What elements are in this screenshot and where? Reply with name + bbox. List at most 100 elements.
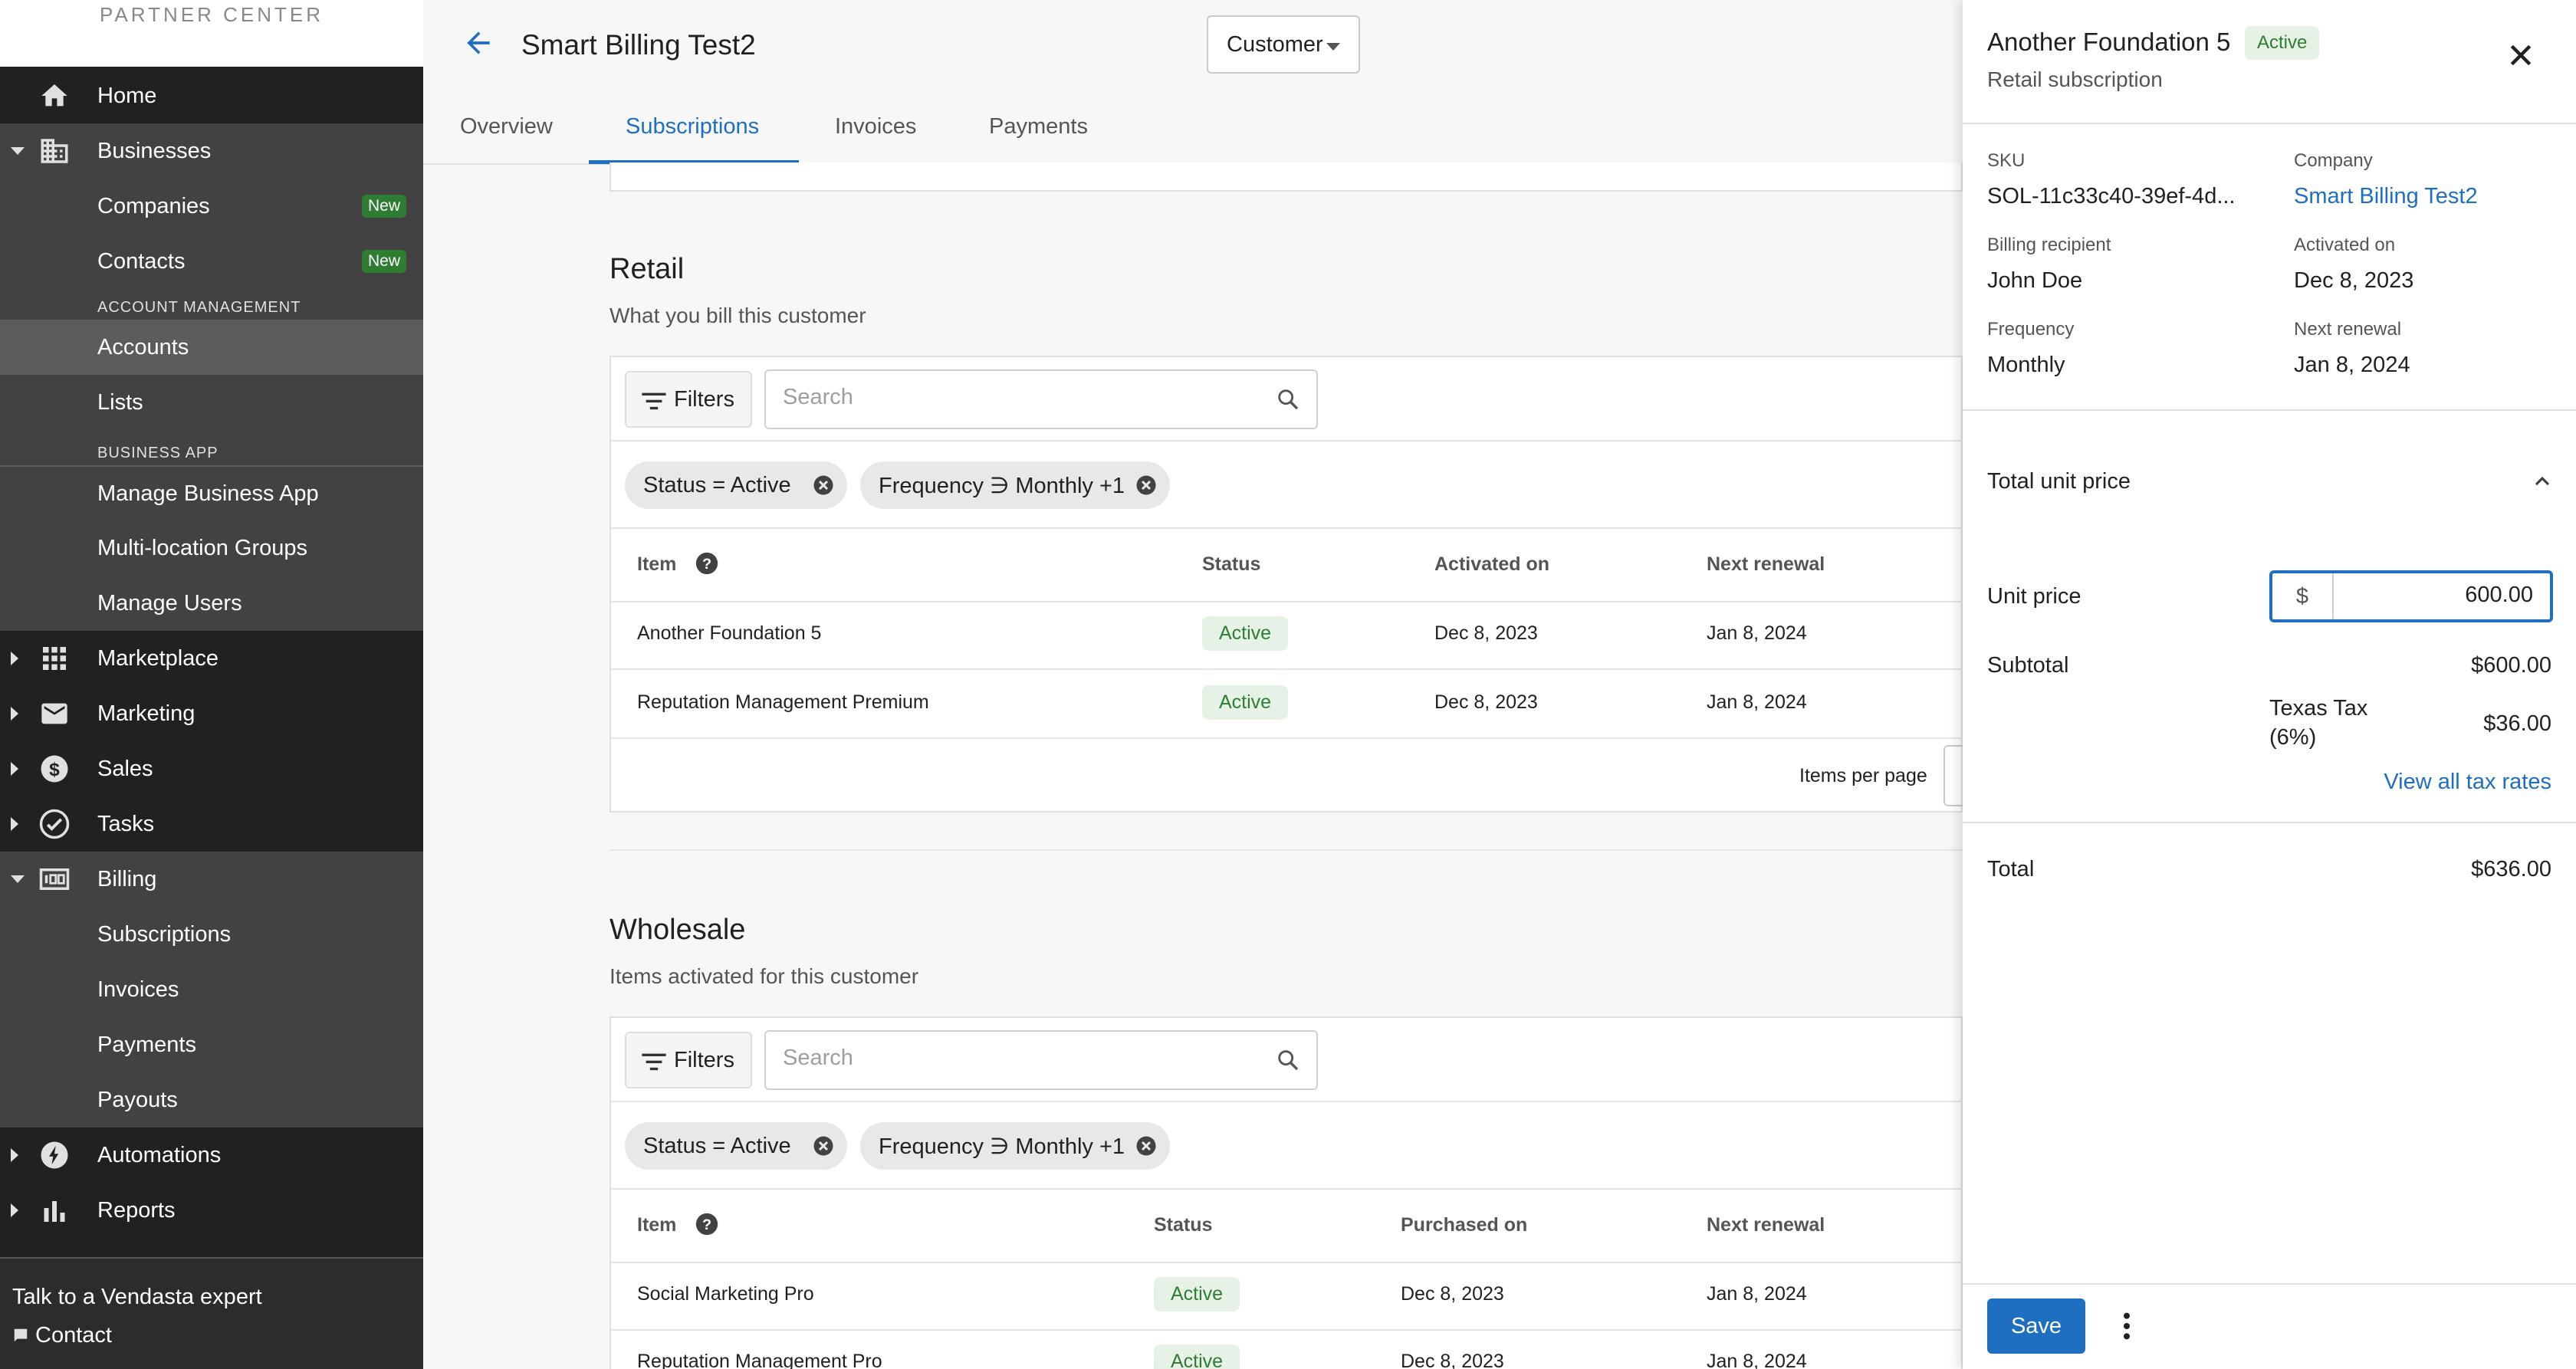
chevron-right-icon [11, 707, 18, 721]
sidebar-item-tasks[interactable]: Tasks [0, 796, 423, 852]
check-circle-icon [38, 808, 71, 840]
tab-overview[interactable]: Overview [460, 114, 553, 140]
filter-chip-status[interactable]: Status = Active [625, 1122, 847, 1170]
column-header-status: Status [1202, 553, 1261, 575]
next-renewal-label: Next renewal [2294, 319, 2402, 340]
sidebar-item-marketing[interactable]: Marketing [0, 686, 423, 741]
total-value: $636.00 [2471, 857, 2551, 881]
column-header-item: Item [637, 1214, 677, 1236]
sidebar-item-home[interactable]: Home [0, 68, 423, 123]
chevron-up-icon[interactable] [2530, 469, 2555, 494]
sidebar-item-billing[interactable]: Billing [0, 852, 423, 907]
sidebar-item-companies[interactable]: Companies New [0, 179, 423, 234]
more-options-icon[interactable] [2121, 1311, 2133, 1341]
bolt-icon [38, 1139, 71, 1171]
brand-logo: PARTNER CENTER [0, 0, 423, 67]
sidebar-item-lists[interactable]: Lists [0, 375, 423, 430]
view-all-tax-rates-link[interactable]: View all tax rates [2384, 770, 2551, 795]
column-header-status: Status [1154, 1214, 1213, 1236]
tab-subscriptions[interactable]: Subscriptions [626, 114, 759, 140]
remove-chip-icon[interactable] [812, 474, 835, 497]
activated-on-label: Activated on [2294, 235, 2396, 255]
help-icon[interactable]: ? [694, 550, 720, 576]
sku-value: SOL-11c33c40-39ef-4d... [1987, 184, 2236, 208]
frequency-label: Frequency [1987, 319, 2075, 340]
retail-search-field[interactable] [764, 369, 1318, 429]
wholesale-search-input[interactable] [783, 1046, 1243, 1071]
subtotal-value: $600.00 [2471, 653, 2551, 678]
sidebar-item-contacts[interactable]: Contacts New [0, 234, 423, 289]
unit-price-label: Unit price [1987, 584, 2082, 609]
bar-chart-icon [38, 1194, 71, 1226]
divider [611, 1101, 1964, 1102]
wholesale-search-field[interactable] [764, 1030, 1318, 1090]
billing-recipient-value: John Doe [1987, 268, 2083, 293]
company-link[interactable]: Smart Billing Test2 [2294, 184, 2478, 209]
sidebar-item-accounts[interactable]: Accounts [0, 320, 423, 375]
sidebar-item-sales[interactable]: $ Sales [0, 741, 423, 796]
search-icon [1278, 1050, 1299, 1071]
status-badge: Active [2245, 26, 2320, 60]
divider [611, 527, 1964, 529]
sidebar-item-manage-business-app[interactable]: Manage Business App [0, 465, 423, 520]
total-unit-price-header[interactable]: Total unit price [1987, 469, 2131, 494]
save-button[interactable]: Save [1987, 1298, 2085, 1354]
next-renewal-value: Jan 8, 2024 [2294, 353, 2410, 377]
frequency-value: Monthly [1987, 353, 2065, 377]
sidebar-item-automations[interactable]: Automations [0, 1128, 423, 1183]
sidebar-item-payments[interactable]: Payments [0, 1017, 423, 1072]
role-select[interactable]: Customer [1207, 15, 1360, 74]
filter-chip-status[interactable]: Status = Active [625, 461, 847, 509]
divider [1963, 822, 2576, 823]
sidebar-item-manage-users[interactable]: Manage Users [0, 576, 423, 631]
sidebar-item-multi-location-groups[interactable]: Multi-location Groups [0, 520, 423, 576]
sku-label: SKU [1987, 150, 2026, 171]
tax-label: Texas Tax [2269, 696, 2368, 721]
subscription-detail-panel: Another Foundation 5 Active Retail subsc… [1963, 0, 2576, 1369]
sidebar-item-reports[interactable]: Reports [0, 1183, 423, 1238]
remove-chip-icon[interactable] [1135, 474, 1158, 497]
page-header: Smart Billing Test2 Customer [423, 0, 1963, 90]
subtotal-label: Subtotal [1987, 653, 2069, 678]
currency-prefix: $ [2272, 573, 2334, 619]
tax-rate-label: (6%) [2269, 725, 2317, 750]
close-icon[interactable] [2505, 40, 2536, 71]
remove-chip-icon[interactable] [812, 1134, 835, 1157]
chevron-right-icon [11, 1203, 18, 1217]
sidebar-item-subscriptions[interactable]: Subscriptions [0, 907, 423, 962]
chevron-down-icon [11, 147, 25, 155]
tab-invoices[interactable]: Invoices [835, 114, 916, 140]
billing-icon [38, 863, 71, 895]
sidebar-item-marketplace[interactable]: Marketplace [0, 631, 423, 686]
divider [611, 1329, 1964, 1331]
panel-title: Another Foundation 5 [1987, 28, 2231, 56]
tab-payments[interactable]: Payments [989, 114, 1088, 140]
activated-on-value: Dec 8, 2023 [2294, 268, 2414, 293]
retail-search-input[interactable] [783, 385, 1243, 410]
chevron-right-icon [11, 762, 18, 776]
contact-link[interactable]: Contact [12, 1323, 112, 1348]
status-badge: Active [1154, 1344, 1240, 1369]
divider [611, 440, 1964, 442]
retail-table-card: Filters Status = Active Frequency ∋ Mont… [610, 356, 1974, 813]
back-arrow-icon[interactable] [462, 26, 495, 64]
dollar-circle-icon: $ [38, 753, 71, 785]
sidebar-item-payouts[interactable]: Payouts [0, 1072, 423, 1128]
unit-price-field[interactable]: $ [2269, 570, 2553, 622]
unit-price-input[interactable] [2349, 583, 2533, 608]
retail-filters-button[interactable]: Filters [625, 371, 752, 428]
remove-chip-icon[interactable] [1135, 1134, 1158, 1157]
sidebar-item-businesses[interactable]: Businesses [0, 123, 423, 179]
filter-chip-frequency[interactable]: Frequency ∋ Monthly +1 [860, 1122, 1170, 1170]
wholesale-filters-button[interactable]: Filters [625, 1032, 752, 1088]
divider [611, 668, 1964, 670]
businesses-submenu: Companies New Contacts New ACCOUNT MANAG… [0, 179, 423, 631]
tax-value: $36.00 [2483, 711, 2551, 736]
chevron-down-icon [11, 875, 25, 883]
retail-title: Retail [610, 253, 685, 285]
filter-chip-frequency[interactable]: Frequency ∋ Monthly +1 [860, 461, 1170, 509]
sidebar-item-invoices[interactable]: Invoices [0, 962, 423, 1017]
talk-to-expert-link[interactable]: Talk to a Vendasta expert [12, 1285, 262, 1310]
help-icon[interactable]: ? [694, 1211, 720, 1237]
chat-icon [14, 1328, 28, 1342]
